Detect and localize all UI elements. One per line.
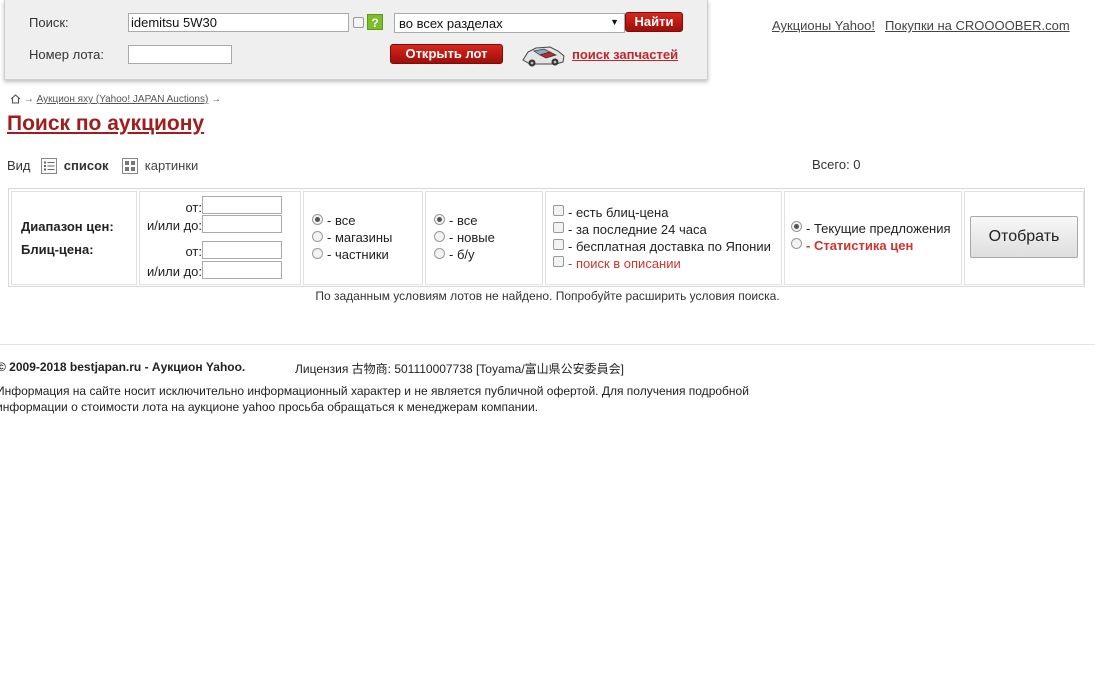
condition-cell: - все - новые - б/у	[425, 191, 543, 285]
price-range-label: Диапазон цен:	[21, 219, 114, 234]
description-search-checkbox[interactable]	[553, 256, 564, 267]
condition-new-label: - новые	[449, 230, 495, 245]
blitz-from-input[interactable]	[202, 241, 282, 259]
price-to-input[interactable]	[202, 215, 282, 233]
price-stats-label: - Статистика цен	[806, 238, 914, 253]
description-search-label: - поиск в описании	[568, 256, 681, 271]
help-icon[interactable]: ?	[367, 14, 383, 30]
breadcrumb: → Аукцион яху (Yahoo! JAPAN Auctions) →	[10, 94, 221, 105]
condition-all-radio[interactable]	[434, 214, 445, 225]
price-inputs-cell: от: и/или до: от: и/или до:	[139, 191, 301, 285]
footer-divider	[0, 344, 1095, 345]
search-panel: Поиск: ? во всех разделах ▼ Найти Номер …	[4, 0, 708, 80]
lot-number-input[interactable]	[128, 45, 232, 64]
breadcrumb-arrow: →	[23, 94, 34, 105]
condition-new-radio[interactable]	[434, 231, 445, 242]
section-select[interactable]: во всех разделах ▼	[394, 13, 625, 33]
free-shipping-option-label: - бесплатная доставка по Японии	[568, 239, 771, 254]
crooober-link[interactable]: Покупки на CROOOOBER.com	[885, 18, 1070, 33]
view-switcher: Вид список картинки	[7, 157, 198, 175]
free-shipping-checkbox[interactable]	[553, 239, 564, 250]
pictures-view-option[interactable]: картинки	[145, 158, 199, 173]
list-view-icon[interactable]	[41, 157, 58, 174]
open-lot-button[interactable]: Открыть лот	[390, 44, 503, 64]
mode-cell: - Текущие предложения - Статистика цен	[784, 191, 962, 285]
seller-private-radio[interactable]	[312, 248, 323, 259]
page-title[interactable]: Поиск по аукциону	[7, 112, 204, 136]
seller-all-radio[interactable]	[312, 214, 323, 225]
condition-all-label: - все	[449, 213, 478, 228]
footer-disclaimer: Информация на сайте носит исключительно …	[0, 384, 749, 414]
blitz-price-label: Блиц-цена:	[21, 242, 94, 257]
parts-search-link[interactable]: поиск запчастей	[572, 47, 678, 62]
search-input[interactable]	[128, 13, 349, 32]
condition-used-radio[interactable]	[434, 248, 445, 259]
blitz-from-label: от:	[185, 244, 202, 259]
view-label: Вид	[7, 158, 31, 174]
price-to-label: и/или до:	[146, 218, 202, 233]
price-from-label: от:	[185, 200, 202, 215]
breadcrumb-item[interactable]: Аукцион яху (Yahoo! JAPAN Auctions)	[37, 94, 209, 105]
list-view-option[interactable]: список	[64, 158, 109, 173]
blitz-to-input[interactable]	[202, 261, 282, 279]
price-stats-radio[interactable]	[791, 238, 802, 249]
footer-copyright: © 2009-2018 bestjapan.ru - Аукцион Yahoo…	[0, 360, 246, 374]
options-cell: - есть блиц-цена - за последние 24 часа …	[545, 191, 782, 285]
seller-private-label: - частники	[327, 247, 389, 262]
filter-panel: Диапазон цен: Блиц-цена: от: и/или до: о…	[8, 188, 1085, 287]
yahoo-auctions-link[interactable]: Аукционы Yahoo!	[772, 18, 875, 33]
condition-used-label: - б/у	[449, 247, 475, 262]
footer-license: Лицензия 古物商: 501110007738 [Toyama/富山県公安…	[295, 362, 624, 376]
blitz-to-label: и/или до:	[146, 264, 202, 279]
chevron-down-icon: ▼	[610, 17, 619, 27]
no-results-message: По заданным условиям лотов не найдено. П…	[315, 289, 780, 303]
last24-checkbox[interactable]	[553, 222, 564, 233]
current-offers-label: - Текущие предложения	[806, 221, 951, 236]
section-select-value: во всех разделах	[399, 16, 503, 31]
car-icon	[522, 46, 565, 67]
lot-number-label: Номер лота:	[29, 47, 104, 62]
price-from-input[interactable]	[202, 196, 282, 214]
search-option-checkbox[interactable]	[353, 17, 364, 28]
home-icon[interactable]	[10, 94, 21, 104]
breadcrumb-arrow: →	[211, 94, 222, 105]
seller-type-cell: - все - магазины - частники	[303, 191, 423, 285]
price-labels-cell: Диапазон цен: Блиц-цена:	[11, 191, 137, 285]
search-label: Поиск:	[29, 15, 69, 30]
blitz-option-label: - есть блиц-цена	[568, 205, 669, 220]
current-offers-radio[interactable]	[791, 221, 802, 232]
total-count: Всего: 0	[812, 157, 861, 172]
blitz-checkbox[interactable]	[553, 205, 564, 216]
seller-all-label: - все	[327, 213, 356, 228]
seller-shops-radio[interactable]	[312, 231, 323, 242]
seller-shops-label: - магазины	[327, 230, 393, 245]
find-button[interactable]: Найти	[625, 12, 683, 32]
filter-submit-button[interactable]: Отобрать	[970, 216, 1078, 258]
grid-view-icon[interactable]	[122, 157, 139, 174]
last24-option-label: - за последние 24 часа	[568, 222, 707, 237]
